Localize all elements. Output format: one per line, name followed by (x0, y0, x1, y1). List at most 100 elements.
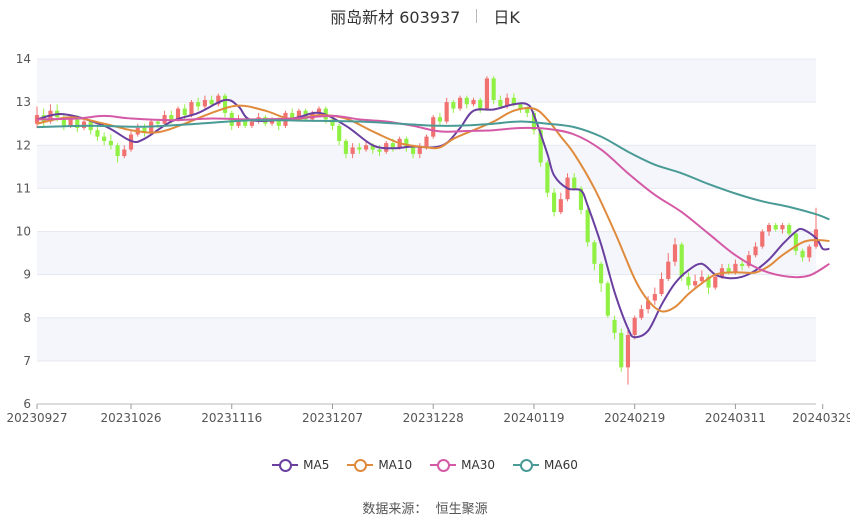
grid-band (37, 317, 816, 361)
candle-body (807, 246, 812, 258)
candle-body (169, 115, 174, 120)
candle-body (491, 78, 496, 100)
y-tick-label: 14 (16, 52, 31, 66)
candle-body (350, 147, 355, 154)
candle-body (122, 149, 127, 157)
candle-body (102, 136, 107, 141)
candle-body (363, 145, 369, 150)
candle-body (552, 192, 557, 213)
candle-body (68, 119, 73, 126)
candle-body (484, 78, 490, 109)
x-tick-label: 20230927 (6, 411, 67, 425)
y-tick-label: 12 (16, 138, 31, 152)
candle-body (357, 147, 362, 150)
y-tick-label: 11 (16, 181, 31, 195)
candle-body (209, 99, 214, 105)
legend-item-ma5[interactable]: MA5 (272, 458, 329, 472)
candle-body (659, 278, 664, 295)
candle-body (498, 99, 503, 107)
candle-body (733, 263, 738, 273)
x-tick-label: 20240329 (792, 411, 850, 425)
candle-body (558, 199, 563, 213)
candle-body (672, 244, 678, 262)
candle-body (222, 95, 228, 113)
candle-body (787, 225, 792, 234)
candle-body (431, 117, 436, 137)
candle-body (471, 99, 476, 105)
legend-marker-icon (513, 458, 540, 472)
candle-body (773, 225, 778, 230)
legend-item-ma10[interactable]: MA10 (347, 458, 412, 472)
x-tick-label: 20231116 (201, 411, 262, 425)
candle-body (753, 246, 758, 256)
legend-label: MA60 (544, 458, 578, 472)
chart-legend: MA5 MA10 MA30 MA60 (0, 458, 850, 475)
candle-body (337, 125, 342, 141)
x-tick-label: 20231026 (100, 411, 161, 425)
candle-body (699, 276, 704, 282)
x-tick-label: 20240219 (604, 411, 665, 425)
candle-body (95, 130, 100, 137)
y-tick-label: 10 (16, 225, 31, 239)
candle-body (666, 261, 671, 279)
candle-body (619, 332, 624, 368)
data-source-label: 数据来源： (362, 502, 428, 517)
y-tick-label: 7 (23, 354, 31, 368)
grid-band (37, 59, 816, 103)
candle-body (599, 263, 604, 284)
legend-item-ma30[interactable]: MA30 (430, 458, 495, 472)
y-tick-label: 13 (16, 95, 31, 109)
candlestick-chart: 6 7 8 9 10 11 12 13 14 20230927 20231026 20231116 20… (6, 52, 850, 425)
candle-body (713, 276, 718, 288)
candle-body (545, 162, 550, 193)
legend-marker-icon (272, 458, 299, 472)
candle-body (760, 231, 765, 247)
candle-body (189, 102, 194, 116)
candle-body (196, 102, 201, 107)
candle-body (478, 99, 483, 109)
candle-body (390, 143, 396, 148)
candle-body (693, 281, 698, 286)
candle-body (592, 242, 597, 264)
data-source-value: 恒生聚源 (435, 502, 488, 517)
candle-body (639, 309, 644, 318)
legend-label: MA5 (303, 458, 330, 472)
candle-body (343, 140, 348, 154)
candle-body (686, 276, 691, 286)
candle-body (605, 283, 610, 316)
candle-body (437, 117, 443, 122)
candle-body (457, 97, 463, 109)
candle-body (108, 140, 113, 146)
candle-body (417, 147, 422, 154)
candle-body (115, 145, 120, 157)
candle-body (155, 121, 160, 124)
candle-body (182, 108, 187, 116)
candle-body (249, 121, 254, 126)
candle-body (451, 102, 456, 109)
candle-body (679, 244, 684, 277)
candle-body (572, 177, 577, 189)
candle-body (766, 225, 772, 232)
legend-item-ma60[interactable]: MA60 (513, 458, 578, 472)
legend-marker-icon (347, 458, 374, 472)
candle-body (632, 317, 637, 335)
candle-body (793, 233, 798, 251)
candle-body (464, 97, 469, 105)
candle-body (424, 136, 429, 148)
grid-band (37, 145, 816, 189)
candle-body (612, 319, 617, 333)
candle-body (585, 209, 590, 243)
candle-body (800, 250, 805, 258)
candle-body (410, 147, 416, 154)
candle-body (525, 108, 530, 113)
candle-body (81, 121, 87, 128)
candle-body (444, 102, 449, 122)
candle-body (780, 225, 785, 230)
candle-body (202, 99, 207, 107)
x-tick-label: 20231228 (403, 411, 464, 425)
candle-body (740, 263, 745, 266)
data-source: 数据来源： 恒生聚源 (0, 498, 850, 517)
legend-label: MA10 (378, 458, 413, 472)
candle-body (377, 149, 382, 152)
y-tick-label: 6 (23, 397, 31, 411)
